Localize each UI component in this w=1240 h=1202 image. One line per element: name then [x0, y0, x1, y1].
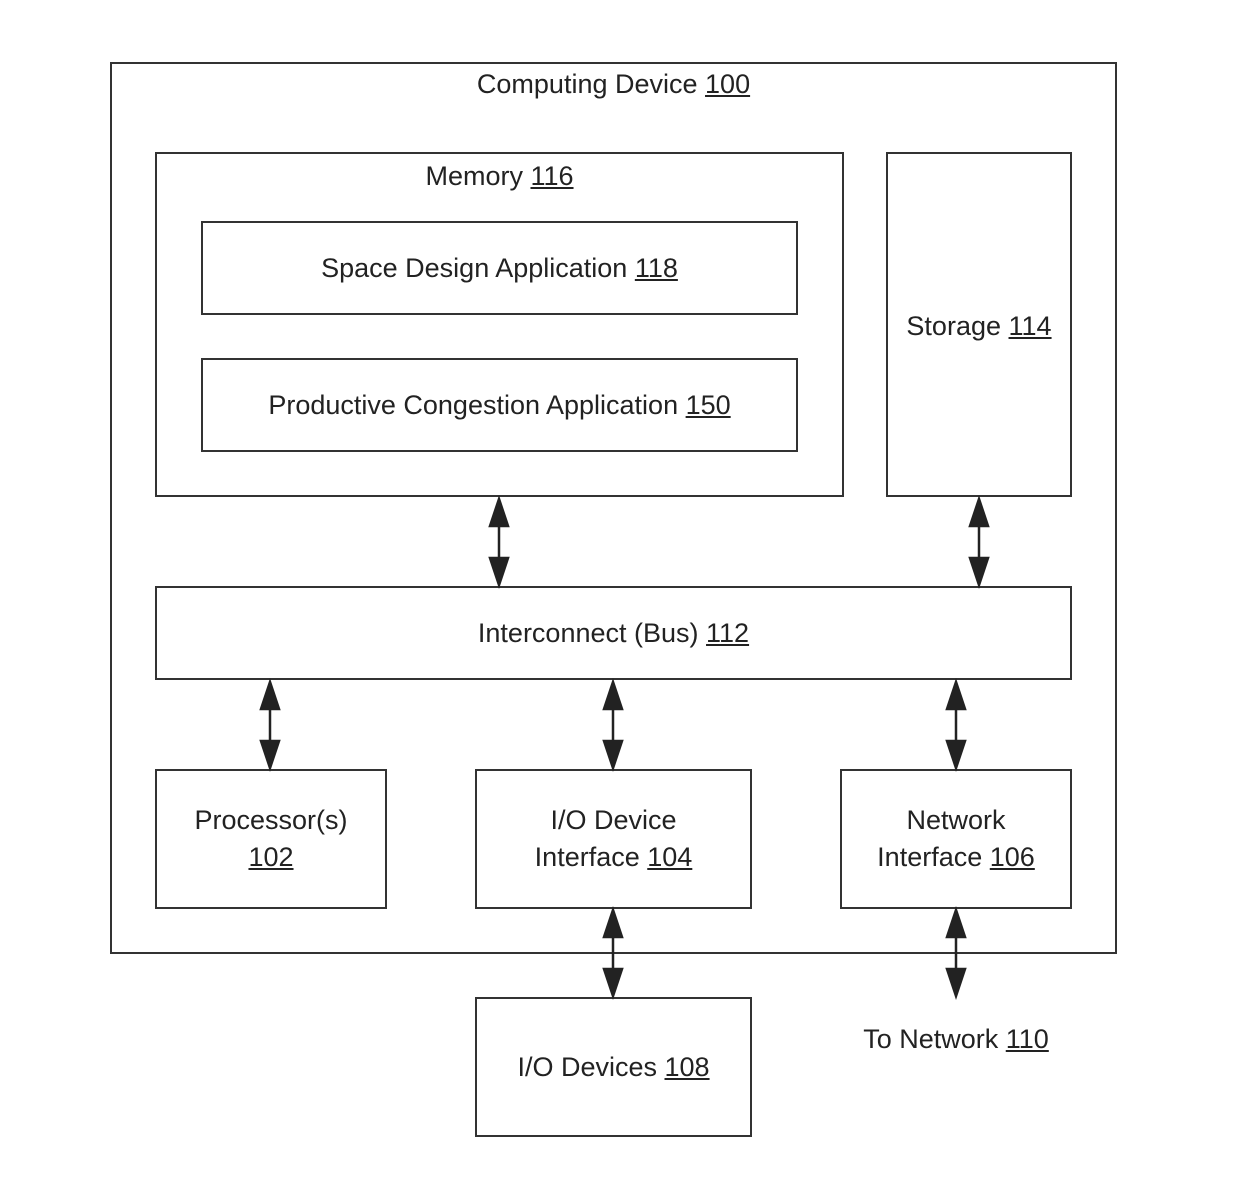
- network-interface-to-network-arrow: [945, 906, 967, 1000]
- bus-network-interface-arrow: [945, 678, 967, 772]
- bus-processor-arrow: [259, 678, 281, 772]
- arrow-layer: [259, 495, 990, 1000]
- storage-bus-arrow: [968, 495, 990, 589]
- io-interface-devices-arrow: [602, 906, 624, 1000]
- memory-bus-arrow: [488, 495, 510, 589]
- bus-io-interface-arrow: [602, 678, 624, 772]
